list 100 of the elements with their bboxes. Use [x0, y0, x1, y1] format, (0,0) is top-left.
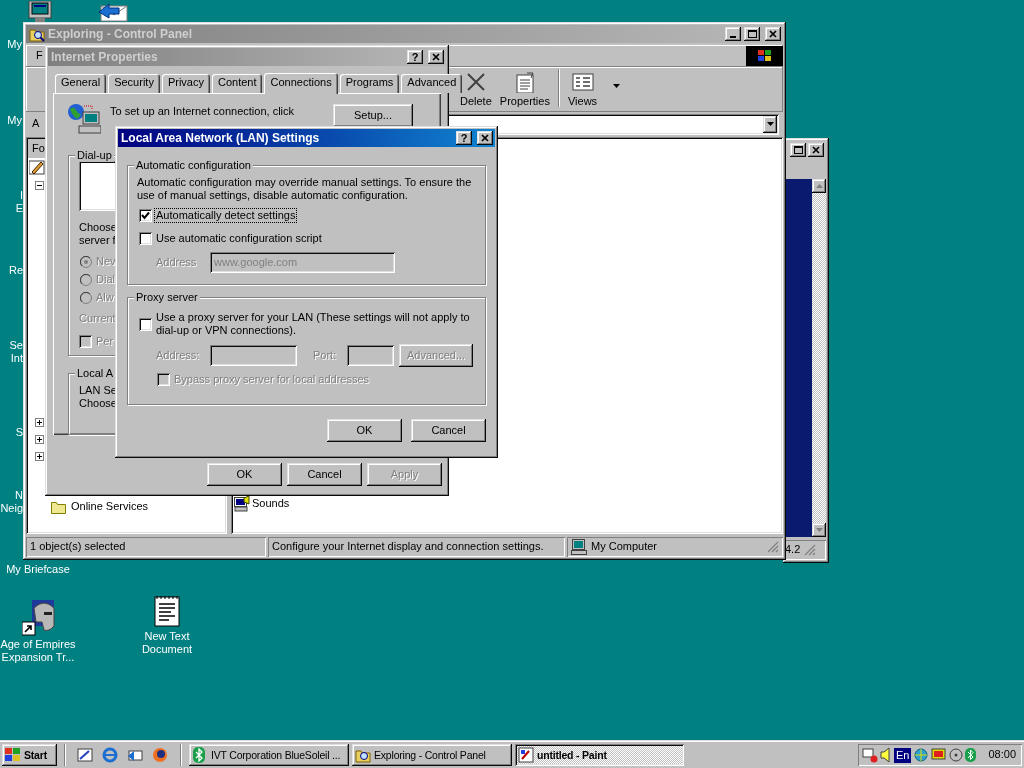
status-text: My Computer	[591, 540, 658, 554]
network-globe-icon	[913, 747, 930, 763]
mail-icon[interactable]	[127, 747, 143, 763]
maximize-icon	[747, 30, 757, 38]
checkbox-label: Use automatic configuration script	[155, 232, 323, 246]
group-label: Local A	[75, 367, 116, 380]
tab[interactable]: Connections	[264, 73, 338, 94]
radio-label: Nev	[96, 255, 116, 269]
up-arrow-icon	[815, 184, 823, 188]
field-label: Address:	[156, 348, 201, 363]
icon-label: New Text Document	[140, 630, 194, 656]
network-icon	[862, 747, 878, 763]
close-button[interactable]	[765, 27, 781, 41]
expand-toggle[interactable]	[35, 418, 44, 427]
icon-label: My	[6, 38, 22, 51]
status-text: 1 object(s) selected	[30, 540, 126, 554]
taskbar-button[interactable]: untitled - Paint	[515, 744, 684, 766]
close-button[interactable]	[808, 143, 824, 157]
taskbar-button[interactable]: IVT Corporation BlueSoleil ...	[189, 744, 349, 766]
tab[interactable]: Privacy	[161, 74, 210, 93]
toolbar-button[interactable]: Properties	[495, 67, 554, 110]
field-label: Port:	[313, 348, 338, 363]
collapse-toggle[interactable]	[35, 181, 44, 190]
status-text: 4.2	[785, 543, 801, 557]
address-label: A	[31, 117, 41, 131]
icon-label: I E	[14, 189, 23, 215]
folder-search-icon	[29, 26, 45, 42]
description-text: Choose server f	[79, 221, 117, 247]
icon-label: N Neig	[0, 489, 23, 515]
dialog-button[interactable]: OK	[207, 463, 282, 486]
help-button[interactable]: ?	[407, 50, 423, 64]
caret-icon	[613, 84, 621, 88]
close-icon	[811, 146, 821, 154]
tab[interactable]: Security	[108, 74, 160, 93]
dialog-title: Internet Properties	[51, 49, 158, 65]
notepad-icon	[153, 594, 181, 627]
windows-flag-icon	[5, 748, 21, 762]
dialog-button[interactable]: Cancel	[287, 463, 362, 486]
pane-header: Fo	[31, 141, 45, 156]
speaker-icon	[880, 747, 892, 763]
tab[interactable]: Advanced	[401, 74, 463, 93]
tree-item[interactable]: Online Services	[71, 500, 149, 514]
radio-label: Alw	[96, 291, 114, 305]
paint-icon	[518, 747, 534, 763]
dropdown-arrow-icon	[766, 122, 774, 126]
disk-icon	[949, 747, 964, 763]
radio-label: Dial	[96, 273, 115, 287]
dialog-button[interactable]: Cancel	[411, 419, 486, 442]
helmet-icon	[22, 600, 58, 636]
group-label: Automatic configuration	[134, 159, 253, 172]
computer-icon	[571, 539, 587, 555]
minimize-button[interactable]	[725, 27, 741, 41]
close-icon	[480, 134, 490, 142]
firefox-icon[interactable]	[152, 747, 168, 763]
folder-search-icon	[355, 747, 371, 763]
checkbox-label: Bypass proxy server for local addresses	[174, 373, 370, 387]
tab[interactable]: General	[55, 74, 107, 93]
maximize-button[interactable]	[744, 27, 760, 41]
list-view-icon	[570, 71, 595, 93]
maximize-button[interactable]	[790, 143, 806, 157]
dialog-button[interactable]: OK	[327, 419, 402, 442]
status-text: Configure your Internet display and connection settings.	[272, 540, 544, 554]
icon-label: My	[6, 114, 22, 127]
browser-icon[interactable]	[102, 747, 118, 763]
checkbox[interactable]	[139, 232, 152, 246]
setup-button[interactable]: Setup...	[333, 104, 413, 127]
file-item[interactable]: Sounds	[252, 497, 290, 511]
field-label: Address	[156, 256, 198, 270]
taskbar-button[interactable]: Exploring - Control Panel	[352, 744, 512, 766]
down-arrow-icon	[815, 528, 823, 533]
expand-toggle[interactable]	[35, 452, 44, 461]
menu-item[interactable]: F	[26, 49, 43, 63]
close-icon	[431, 53, 441, 61]
close-button[interactable]	[428, 50, 444, 64]
windows-flag-icon	[757, 50, 772, 62]
help-button[interactable]: ?	[456, 131, 472, 145]
tab[interactable]: Content	[211, 74, 263, 93]
description-text: Automatic configuration may override manual settings. To ensure the use of manual settings, disable automatic configuration.	[137, 176, 473, 202]
toolbar-button[interactable]: Views	[563, 67, 602, 110]
window-title: Exploring - Control Panel	[48, 26, 192, 42]
instruction-text: To set up an Internet connection, click	[110, 105, 296, 118]
checkbox-label: Use a proxy server for your LAN (These settings will not apply to dial-up or VPN connections).	[156, 311, 471, 337]
desktop-icon[interactable]	[77, 747, 93, 763]
language-indicator[interactable]: En	[894, 747, 912, 763]
close-icon	[768, 30, 778, 38]
resize-grip-icon	[804, 544, 817, 557]
checkbox[interactable]	[139, 209, 152, 223]
checkbox[interactable]	[139, 317, 152, 331]
icon-label: Age of Empires Expansion Tr...	[0, 638, 76, 664]
dropdown-button[interactable]	[763, 115, 777, 133]
pencil-icon	[29, 159, 45, 175]
tab[interactable]: Programs	[339, 74, 400, 93]
folder-icon	[51, 500, 67, 514]
envelope-icon	[97, 2, 129, 22]
icon-label: Se Int	[8, 339, 23, 365]
scrollbar[interactable]	[812, 179, 826, 538]
start-button[interactable]: Start	[2, 744, 57, 766]
close-button[interactable]	[477, 131, 493, 145]
clock: 08:00	[988, 748, 1016, 762]
expand-toggle[interactable]	[35, 435, 44, 444]
